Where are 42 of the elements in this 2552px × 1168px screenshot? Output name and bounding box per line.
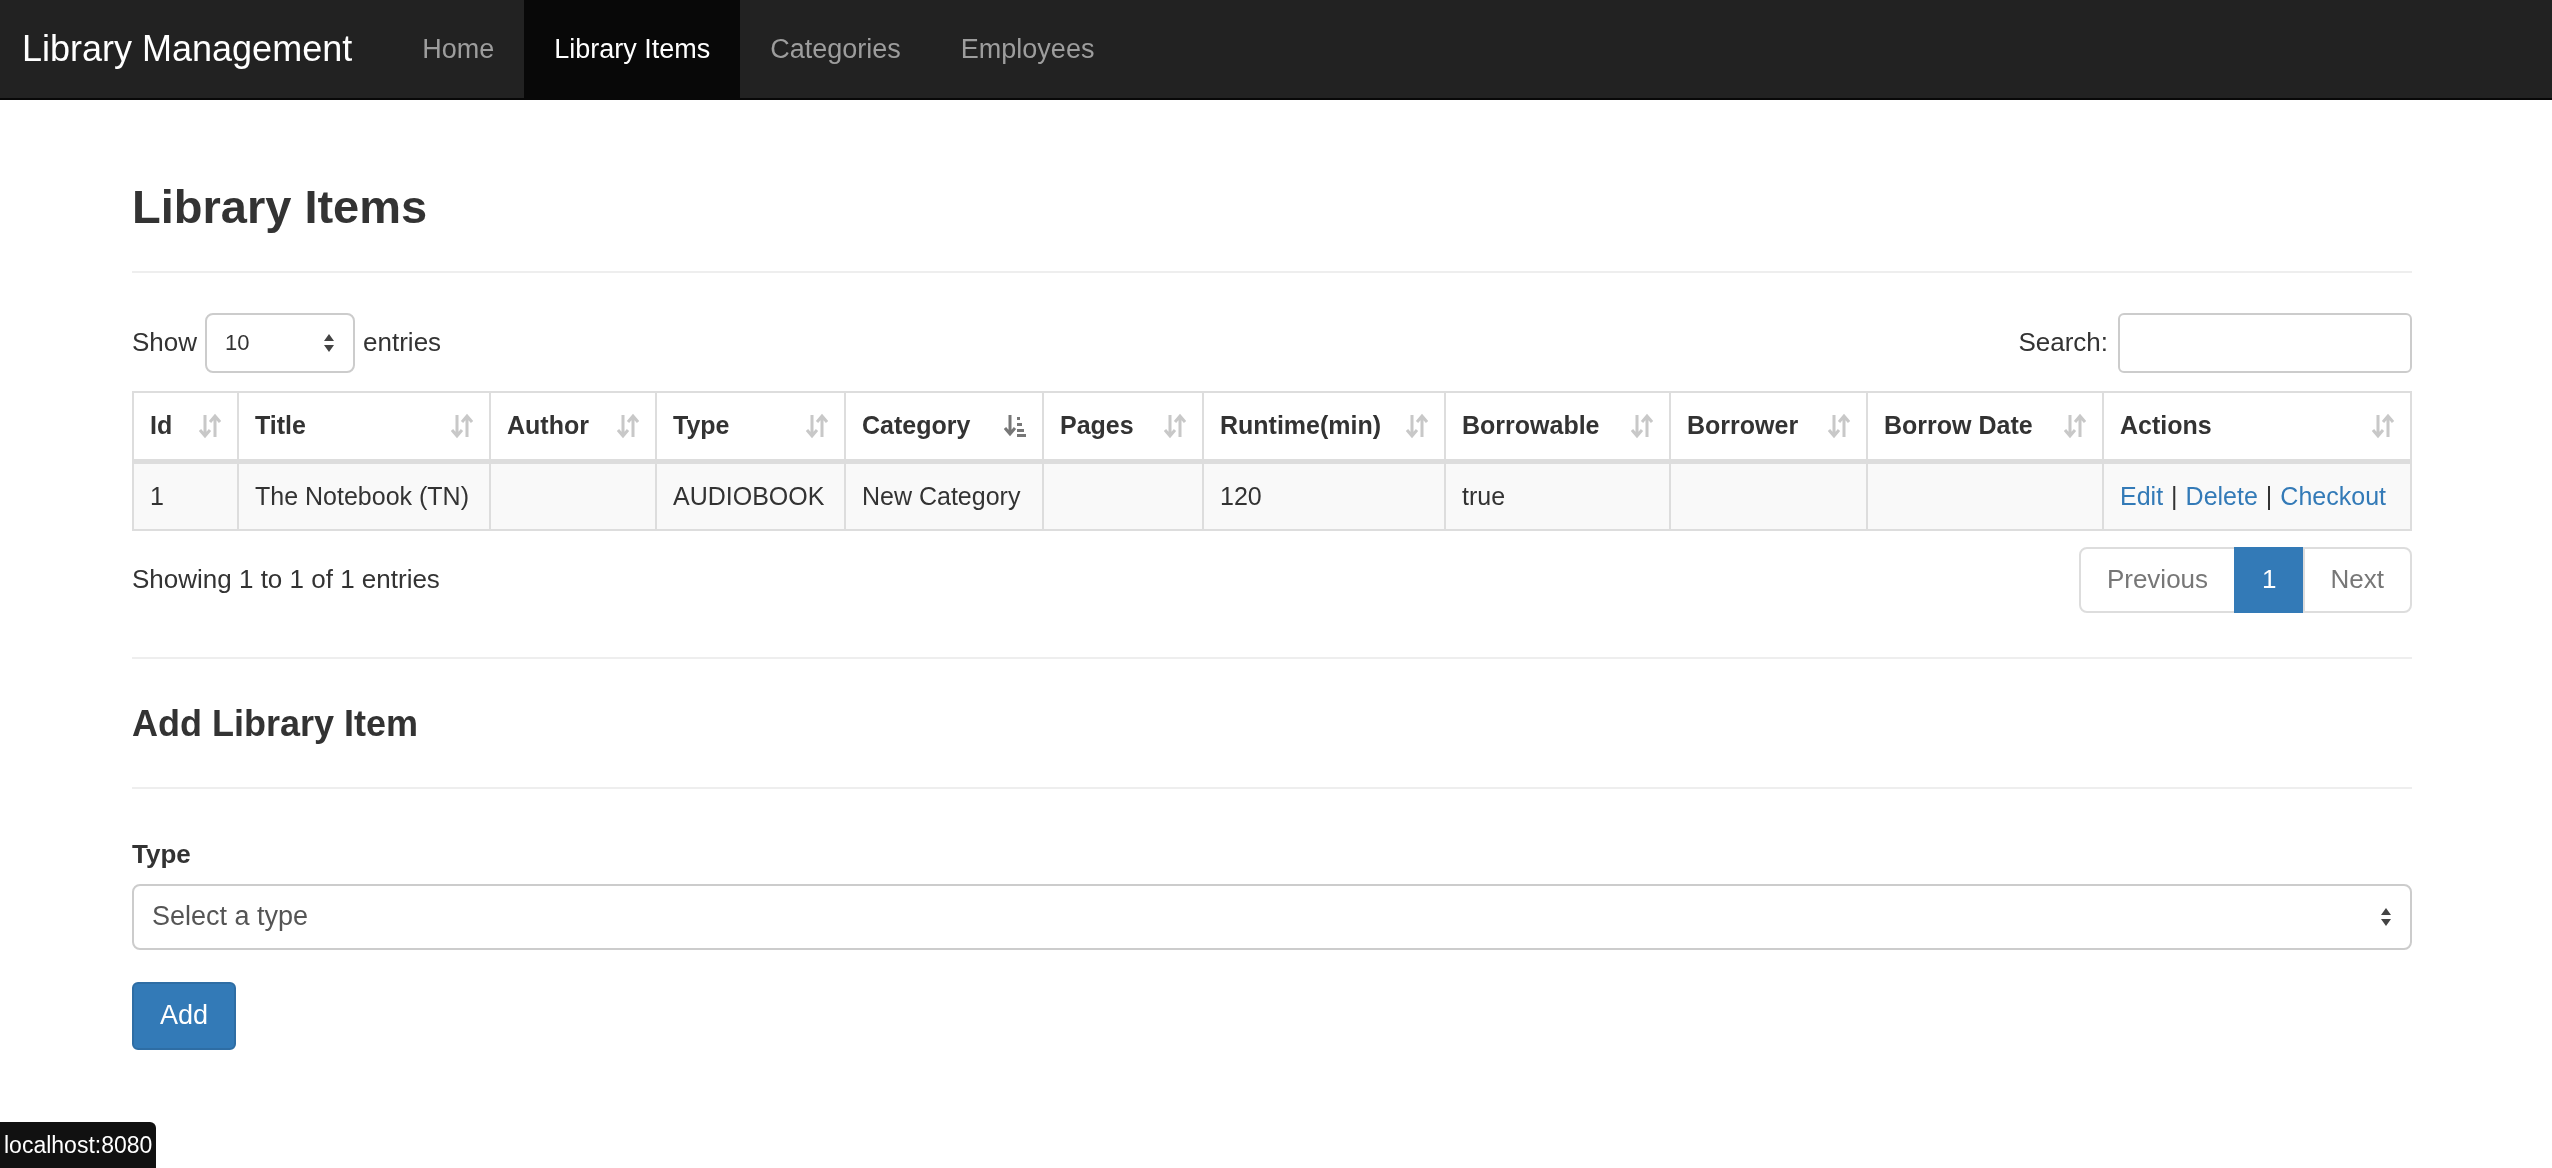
add-button[interactable]: Add [132, 981, 236, 1050]
field-label: Type [132, 837, 192, 871]
type-select[interactable]: Select a type [132, 883, 2412, 950]
column-header[interactable]: Title [238, 391, 490, 462]
brand-title[interactable]: Library Management [22, 22, 353, 76]
column-header[interactable]: Borrow Date [1867, 391, 2103, 462]
table-cell: true [1445, 461, 1670, 530]
page-heading: Library Items [132, 179, 429, 235]
column-header[interactable]: Borrowable [1445, 391, 1670, 462]
column-header[interactable]: Category [845, 391, 1043, 462]
separator: | [2171, 481, 2178, 510]
table-cell: AUDIOBOOK [656, 461, 845, 530]
table-cell: New Category [845, 461, 1043, 530]
nav-link[interactable]: Home [392, 0, 525, 98]
section-heading: Add Library Item [132, 701, 420, 746]
column-header[interactable]: Runtime(min) [1203, 391, 1445, 462]
column-header[interactable]: Pages [1043, 391, 1203, 462]
show-label: Show [132, 326, 198, 359]
search-field[interactable] [2118, 312, 2412, 373]
separator: | [2265, 481, 2273, 510]
table-cell: The Notebook (TN) [238, 461, 490, 530]
column-header[interactable]: Borrower [1670, 391, 1867, 462]
pagination-button[interactable]: Next [2302, 546, 2412, 613]
pagination-button[interactable]: 1 [2234, 546, 2305, 613]
status-url-tooltip: localhost:8080 [0, 1121, 157, 1168]
table-cell: 1 [133, 461, 238, 530]
search-label: Search: [2018, 326, 2108, 359]
entries-label: entries [363, 326, 442, 359]
table-cell: 120 [1203, 461, 1445, 530]
column-header[interactable]: Type [656, 391, 845, 462]
action-link[interactable]: Checkout [2280, 481, 2386, 510]
nav-link[interactable]: Employees [930, 0, 1125, 98]
entries-select[interactable]: 10 [205, 312, 356, 373]
action-link[interactable]: Edit [2120, 481, 2164, 510]
pagination-button[interactable]: Previous [2078, 546, 2237, 613]
nav-link[interactable]: Categories [740, 0, 931, 98]
column-header[interactable]: Id [133, 391, 238, 462]
entries-info: Showing 1 to 1 of 1 entries [132, 563, 440, 596]
nav-link[interactable]: Library Items [524, 0, 741, 98]
action-link[interactable]: Delete [2185, 481, 2258, 510]
column-header[interactable]: Author [490, 391, 656, 462]
column-header[interactable]: Actions [2103, 391, 2411, 462]
